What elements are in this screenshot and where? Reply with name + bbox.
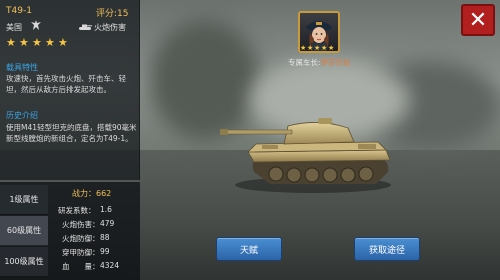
- eagle-icon: [31, 20, 41, 30]
- vehicle-trait-text: 攻速快，首先攻击火炮、歼击车、轻坦，然后从敌方后排发起攻击。: [6, 74, 126, 94]
- close-icon: ✕: [468, 7, 488, 33]
- star-icon: ★: [32, 36, 42, 49]
- commander-label: 专属车长:: [288, 58, 321, 67]
- tank-silhouette-icon: [79, 24, 92, 30]
- close-button[interactable]: ✕: [461, 4, 495, 36]
- commander-name: 伊莎贝拉: [320, 58, 351, 67]
- tank-info-panel: T49-1 评分:15 美国 火炮伤害 ★ ★ ★ ★ ★ 载具特性 攻速快，首…: [0, 0, 140, 180]
- vehicle-trait-title: 载具特性: [6, 63, 38, 72]
- tab-level-1[interactable]: 1级属性: [0, 185, 48, 215]
- stat-value: 4324: [100, 261, 120, 270]
- tab-level-100[interactable]: 100级属性: [0, 247, 48, 277]
- exclusive-commander: 专属车长:伊莎贝拉: [288, 57, 351, 68]
- stat-label: 火炮伤害：: [62, 220, 100, 229]
- star-icon: ★: [321, 44, 328, 52]
- power-value: 662: [96, 189, 112, 198]
- star-icon: ★: [314, 44, 321, 52]
- tank-rating: 评分:15: [96, 6, 129, 19]
- stat-value: 479: [100, 219, 115, 228]
- star-icon: ★: [300, 44, 307, 52]
- tank-stars: ★ ★ ★ ★ ★: [6, 37, 69, 48]
- tab-level-60[interactable]: 60级属性: [0, 216, 48, 246]
- nation-label: 美国: [6, 23, 22, 32]
- tank-type-label: 火炮伤害: [94, 23, 126, 32]
- combat-power: 战力：662: [72, 188, 111, 199]
- stat-label: 血 量：: [62, 262, 100, 271]
- stat-label: 火炮防御：: [62, 234, 100, 243]
- tank-model: [220, 118, 391, 193]
- star-icon: ★: [45, 36, 55, 49]
- tank-id: T49-1: [6, 6, 32, 16]
- star-icon: ★: [19, 36, 29, 49]
- power-label: 战力：: [72, 189, 96, 198]
- stat-value: 99: [100, 247, 110, 256]
- stat-value: 1.6: [100, 205, 112, 214]
- commander-stars: ★ ★ ★ ★ ★: [300, 45, 335, 52]
- stat-label: 研发系数：: [58, 206, 96, 215]
- stat-label: 穿甲防御：: [62, 248, 100, 257]
- star-icon: ★: [328, 44, 335, 52]
- star-icon: ★: [307, 44, 314, 52]
- history-text: 使用M41轻型坦克的底盘，搭载90毫米新型线膛炮的新组合，定名为T49-1。: [6, 123, 137, 143]
- history-title: 历史介绍: [6, 111, 38, 120]
- talent-button[interactable]: 天赋: [216, 237, 282, 261]
- rating-value: 15: [117, 9, 129, 19]
- obtain-method-button[interactable]: 获取途径: [354, 237, 420, 261]
- rating-label: 评分:: [96, 9, 118, 19]
- attribute-level-tabs: 1级属性 60级属性 100级属性: [0, 182, 48, 280]
- stat-value: 88: [100, 233, 110, 242]
- star-icon: ★: [58, 36, 68, 49]
- star-icon: ★: [6, 36, 16, 49]
